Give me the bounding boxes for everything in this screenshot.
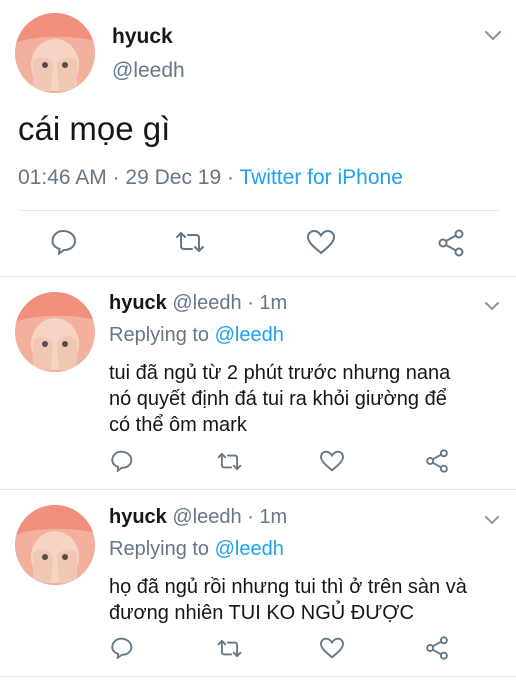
avatar[interactable]	[15, 505, 95, 585]
replying-to-handle[interactable]: @leedh	[215, 538, 284, 560]
like-icon[interactable]	[319, 637, 345, 659]
reply-header: hyuck @leedh · 1m	[109, 506, 287, 529]
avatar[interactable]	[15, 13, 95, 93]
divider	[0, 676, 516, 677]
tweet-date: 29 Dec 19	[125, 166, 222, 189]
share-icon[interactable]	[437, 229, 465, 257]
reply-text-line: có thể ôm mark	[109, 414, 247, 436]
reply-text-line: đương nhiên TUI KO NGỦ ĐƯỢC	[109, 602, 414, 624]
separator: ·	[227, 166, 234, 189]
chevron-down-icon[interactable]	[484, 515, 500, 526]
user-handle[interactable]: @leedh	[172, 292, 241, 314]
reply-text-line: tui đã ngủ từ 2 phút trước nhưng nana	[109, 362, 451, 384]
reply-text: tui đã ngủ từ 2 phút trước nhưng nana nó…	[109, 360, 450, 438]
chevron-down-icon[interactable]	[484, 301, 500, 312]
tweet-text: cái mọe gì	[18, 110, 171, 147]
tweet-age: 1m	[259, 292, 288, 314]
divider	[0, 276, 516, 277]
replying-to: Replying to @leedh	[109, 538, 284, 561]
display-name[interactable]: hyuck	[109, 506, 167, 528]
tweet-time: 01:46 AM	[18, 166, 107, 189]
chevron-down-icon[interactable]	[484, 30, 502, 42]
replying-to-label: Replying to	[109, 538, 210, 560]
tweet-source-link[interactable]: Twitter for iPhone	[239, 166, 402, 189]
user-handle[interactable]: @leedh	[112, 59, 185, 83]
reply-text: họ đã ngủ rồi nhưng tui thì ở trên sàn v…	[109, 574, 467, 626]
like-icon[interactable]	[306, 229, 336, 255]
retweet-icon[interactable]	[216, 639, 243, 658]
reply-icon[interactable]	[110, 637, 134, 659]
user-handle[interactable]: @leedh	[172, 506, 241, 528]
separator: ·	[247, 292, 254, 314]
tweet-meta: 01:46 AM · 29 Dec 19 · Twitter for iPhon…	[18, 166, 403, 190]
replying-to-handle[interactable]: @leedh	[215, 324, 284, 346]
reply-header: hyuck @leedh · 1m	[109, 292, 287, 315]
separator: ·	[247, 506, 254, 528]
separator: ·	[112, 166, 120, 189]
share-icon[interactable]	[425, 449, 449, 473]
reply-text-line: họ đã ngủ rồi nhưng tui thì ở trên sàn v…	[109, 576, 467, 598]
reply-icon[interactable]	[110, 450, 134, 472]
tweet-age: 1m	[259, 506, 288, 528]
retweet-icon[interactable]	[216, 452, 243, 471]
reply-text-line: nó quyết định đá tui ra khỏi giường để	[109, 388, 447, 410]
divider	[0, 489, 516, 490]
share-icon[interactable]	[425, 636, 449, 660]
divider	[18, 210, 499, 211]
replying-to: Replying to @leedh	[109, 324, 284, 347]
display-name[interactable]: hyuck	[109, 292, 167, 314]
display-name[interactable]: hyuck	[112, 25, 173, 49]
retweet-icon[interactable]	[174, 231, 206, 253]
avatar[interactable]	[15, 292, 95, 372]
like-icon[interactable]	[319, 450, 345, 472]
replying-to-label: Replying to	[109, 324, 210, 346]
reply-icon[interactable]	[50, 229, 78, 255]
